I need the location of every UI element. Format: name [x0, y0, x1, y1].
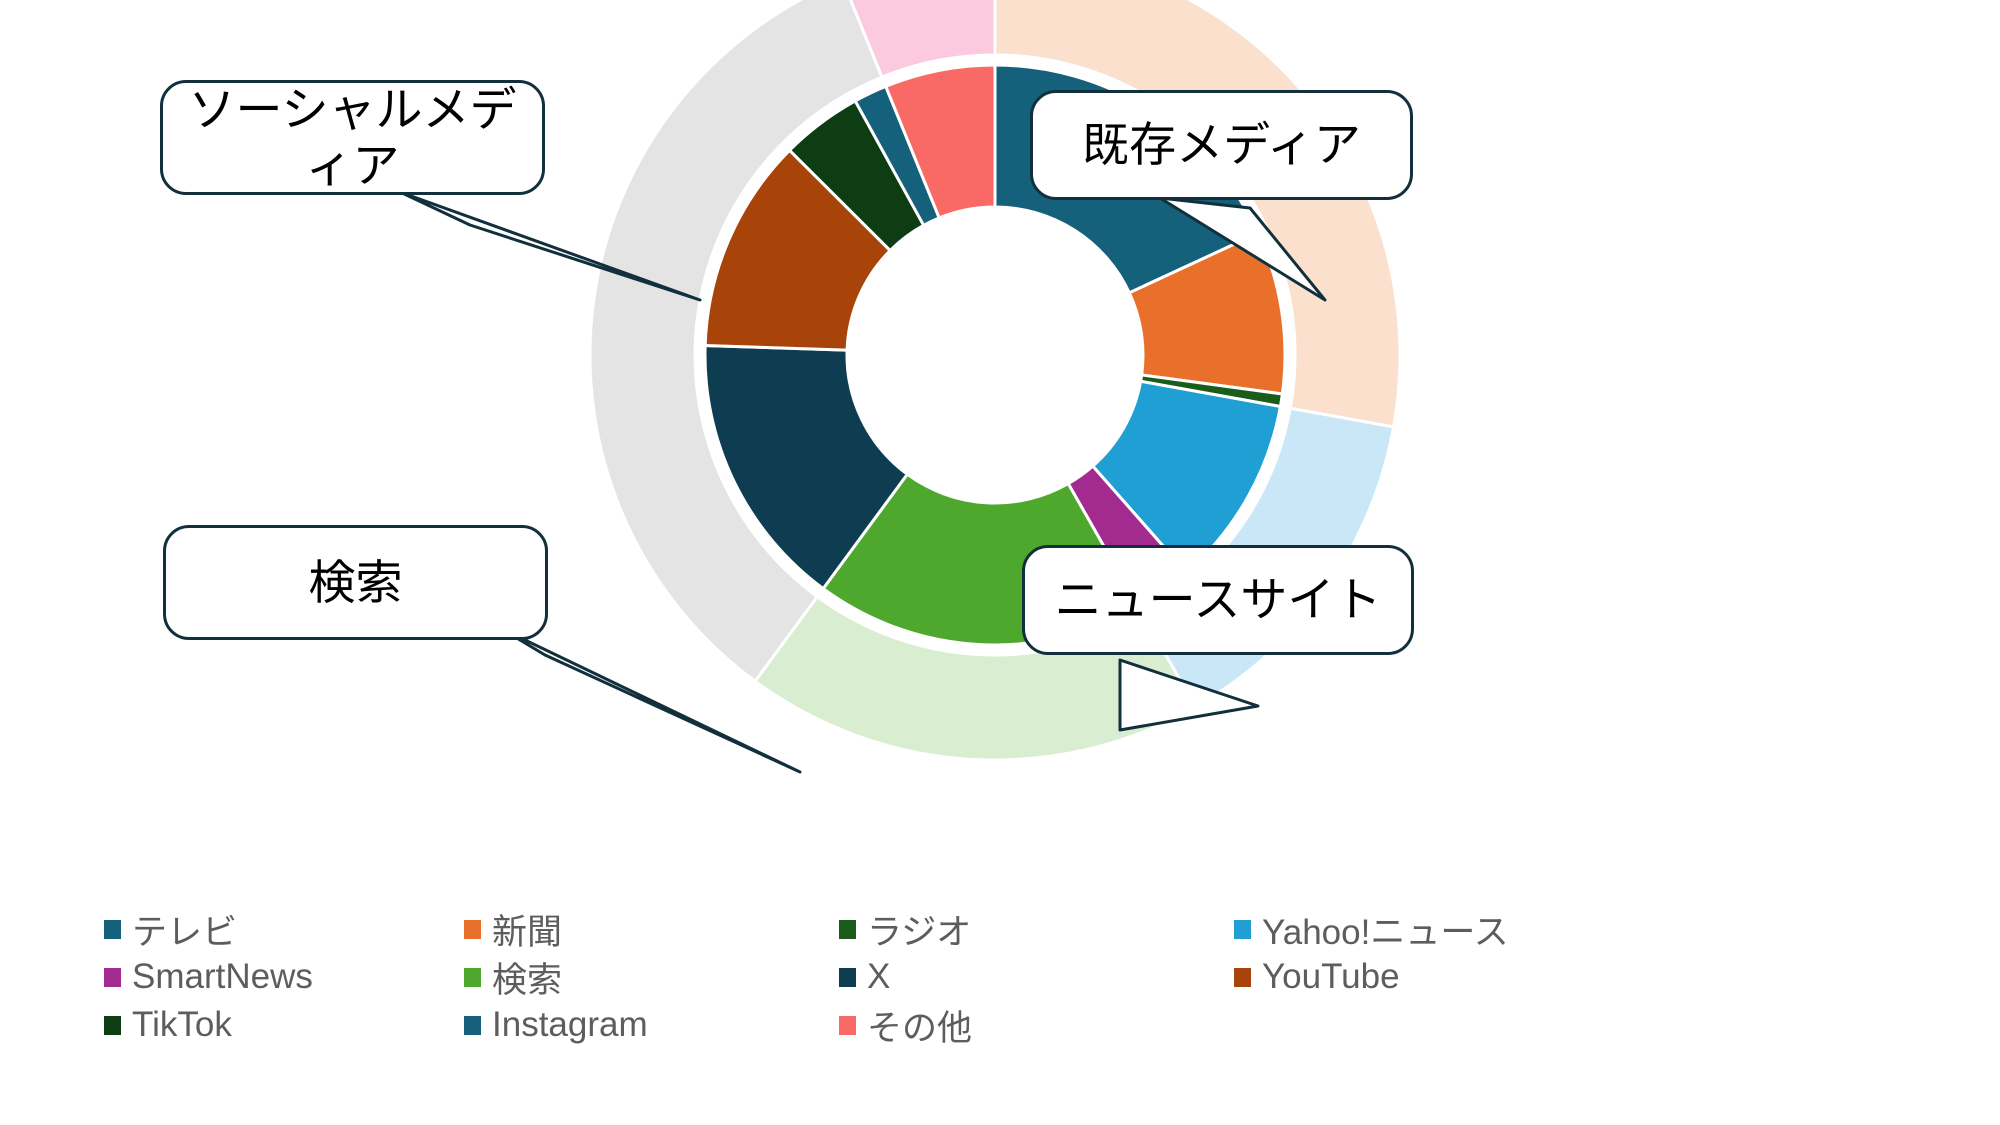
- legend-swatch-icon: [464, 919, 481, 939]
- legend-item-label: テレビ: [132, 912, 238, 952]
- chart-legend: テレビ 新聞 ラジオ Yahoo!ニュース SmartNews 検索 X YouTube Tik…: [104, 905, 1904, 1075]
- legend-item[interactable]: 新聞: [464, 904, 839, 955]
- legend-item[interactable]: TikTok: [104, 1005, 464, 1045]
- legend-item[interactable]: X: [839, 957, 1234, 997]
- legend-item-label: 新聞: [492, 912, 563, 952]
- legend-swatch-icon: [1234, 967, 1251, 987]
- callout-legacy-media-label: 既存メディア: [1082, 118, 1361, 172]
- tail-search: [498, 626, 802, 774]
- legend-item-label: Instagram: [492, 1005, 648, 1044]
- tail-news: [1118, 658, 1260, 732]
- legend-item-label: X: [867, 957, 891, 996]
- legend-item-label: SmartNews: [132, 957, 313, 996]
- legend-item[interactable]: その他: [839, 1000, 1234, 1051]
- legend-swatch-icon: [464, 967, 481, 987]
- callout-social-media-label: ソーシャルメディア: [188, 83, 517, 192]
- legend-item[interactable]: YouTube: [1234, 957, 1654, 997]
- legend-swatch-icon: [104, 919, 121, 939]
- donut-chart-stage: ソーシャルメディア 既存メディア 検索 ニュースサイト テレビ 新聞 ラジオ Yaho…: [0, 0, 2000, 1125]
- legend-item-label: YouTube: [1262, 957, 1400, 996]
- legend-swatch-icon: [839, 1015, 856, 1035]
- legend-swatch-icon: [839, 967, 856, 987]
- legend-item-label: 検索: [492, 960, 563, 1000]
- callout-social-media[interactable]: ソーシャルメディア: [160, 80, 545, 195]
- legend-swatch-icon: [464, 1015, 481, 1035]
- callout-search-label: 検索: [308, 555, 403, 609]
- tail-legacy: [1158, 196, 1327, 302]
- legend-item[interactable]: ラジオ: [839, 904, 1234, 955]
- callout-news-site-label: ニュースサイト: [1054, 573, 1382, 627]
- legend-item[interactable]: テレビ: [104, 904, 464, 955]
- callout-news-site[interactable]: ニュースサイト: [1022, 545, 1414, 655]
- callout-legacy-media[interactable]: 既存メディア: [1030, 90, 1413, 200]
- callout-search[interactable]: 検索: [163, 525, 548, 640]
- legend-swatch-icon: [104, 1015, 121, 1035]
- legend-item-label: Yahoo!ニュース: [1262, 912, 1509, 952]
- legend-item[interactable]: 検索: [464, 952, 839, 1003]
- legend-swatch-icon: [1234, 919, 1251, 939]
- tail-social: [398, 190, 702, 302]
- legend-swatch-icon: [104, 967, 121, 987]
- legend-item[interactable]: Yahoo!ニュース: [1234, 904, 1654, 955]
- legend-item-label: ラジオ: [867, 912, 972, 952]
- legend-item-label: その他: [867, 1008, 973, 1048]
- legend-item-label: TikTok: [132, 1005, 232, 1044]
- legend-item[interactable]: SmartNews: [104, 957, 464, 997]
- legend-item[interactable]: Instagram: [464, 1005, 839, 1045]
- legend-swatch-icon: [839, 919, 856, 939]
